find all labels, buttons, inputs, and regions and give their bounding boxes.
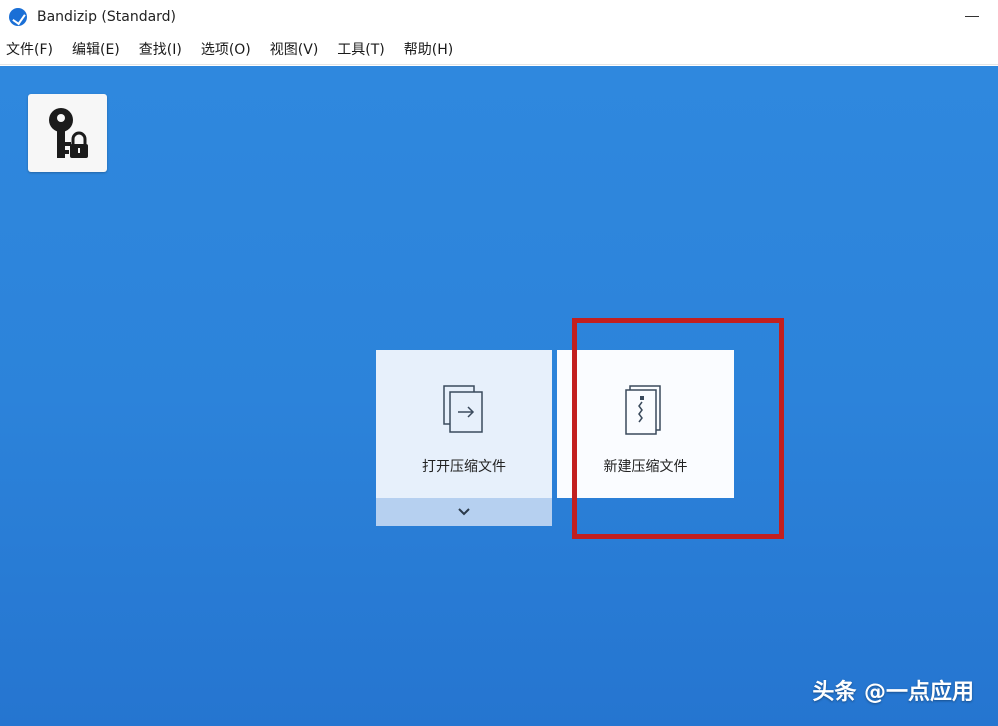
highlight-annotation xyxy=(572,318,784,539)
title-bar: Bandizip (Standard) xyxy=(0,0,998,33)
menu-options[interactable]: 选项(O) xyxy=(201,39,251,59)
chevron-down-icon xyxy=(458,508,470,516)
minimize-icon xyxy=(965,15,979,17)
menu-find[interactable]: 查找(I) xyxy=(139,39,182,59)
menu-help[interactable]: 帮助(H) xyxy=(404,39,453,59)
window-title: Bandizip (Standard) xyxy=(37,8,177,25)
main-area: 打开压缩文件 新建压缩文件 头条 @一点应用 xyxy=(0,66,998,726)
minimize-button[interactable] xyxy=(954,4,990,28)
key-lock-icon xyxy=(49,108,88,158)
menu-edit[interactable]: 编辑(E) xyxy=(72,39,120,59)
password-manager-button[interactable] xyxy=(28,94,107,172)
menu-tools[interactable]: 工具(T) xyxy=(337,39,384,59)
bandizip-app-icon xyxy=(9,7,27,26)
open-archive-card[interactable]: 打开压缩文件 xyxy=(376,350,552,498)
open-archive-label: 打开压缩文件 xyxy=(422,459,506,475)
watermark: 头条 @一点应用 xyxy=(812,680,974,705)
menu-file[interactable]: 文件(F) xyxy=(6,39,53,59)
open-archive-dropdown[interactable] xyxy=(376,498,552,526)
open-archive-icon xyxy=(443,385,483,433)
menu-bar: 文件(F) 编辑(E) 查找(I) 选项(O) 视图(V) 工具(T) 帮助(H… xyxy=(0,33,998,65)
menu-view[interactable]: 视图(V) xyxy=(270,39,319,59)
